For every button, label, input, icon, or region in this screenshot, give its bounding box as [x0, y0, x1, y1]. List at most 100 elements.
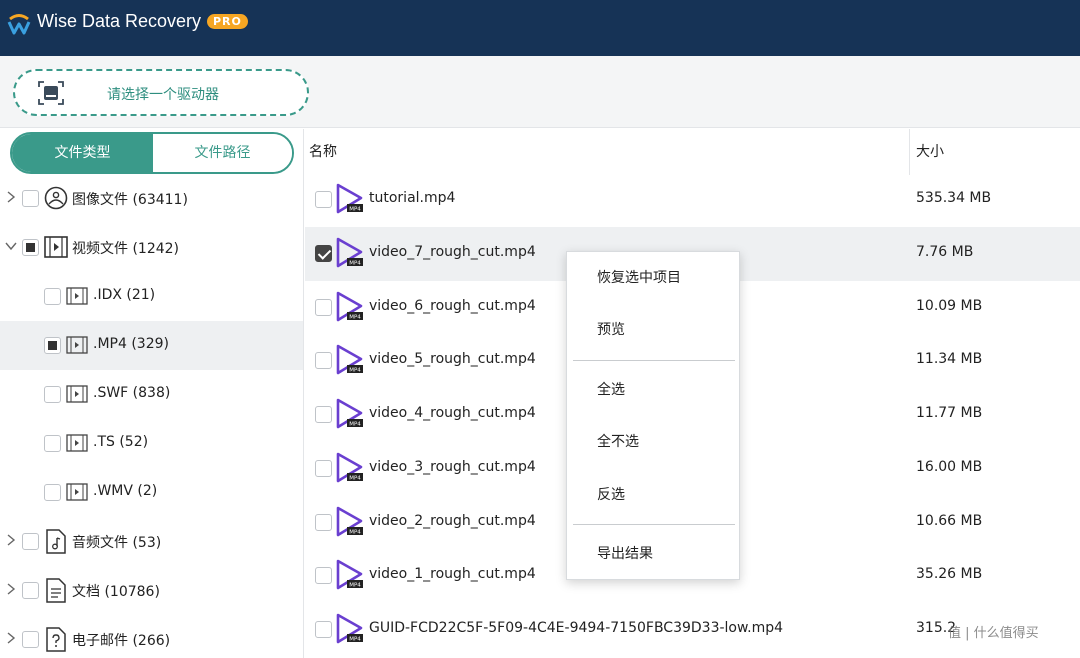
pro-badge: PRO [207, 14, 248, 29]
menu-item-invert-selection[interactable]: 反选 [567, 475, 739, 515]
svg-text:MP4: MP4 [349, 583, 361, 589]
column-header-name[interactable]: 名称 [309, 129, 337, 175]
drive-select-button[interactable]: 请选择一个驱动器 [13, 69, 309, 116]
tree-checkbox[interactable] [22, 239, 39, 256]
tab-file-path[interactable]: 文件路径 [153, 134, 292, 172]
tree-checkbox[interactable] [44, 337, 61, 354]
chevron-right-icon[interactable] [4, 533, 18, 547]
file-row[interactable]: MP4 tutorial.mp4 535.34 MB [305, 173, 1080, 227]
column-header-size[interactable]: 大小 [916, 129, 944, 175]
category-panel: 文件类型 文件路径 图像文件 (63411) 视频文件 (1242) .IDX … [0, 129, 304, 658]
music-icon [46, 529, 66, 554]
tree-item-images[interactable]: 图像文件 (63411) [0, 174, 303, 223]
tree-checkbox[interactable] [44, 288, 61, 305]
file-name: GUID-FCD22C5F-5F09-4C4E-9494-7150FBC39D3… [369, 620, 784, 636]
mp4-file-icon: MP4 [336, 559, 363, 590]
tree-item-idx[interactable]: .IDX (21) [0, 272, 303, 321]
tree-item-label: .IDX (21) [93, 287, 156, 303]
file-size: 35.26 MB [916, 566, 983, 582]
menu-item-export-results[interactable]: 导出结果 [567, 534, 739, 574]
file-checkbox[interactable] [315, 460, 332, 477]
toolbar: 请选择一个驱动器 [0, 56, 1080, 128]
chevron-right-icon[interactable] [4, 190, 18, 204]
file-checkbox[interactable] [315, 191, 332, 208]
tree-item-documents[interactable]: 文档 (10786) [0, 566, 303, 615]
file-checkbox[interactable] [315, 299, 332, 316]
chevron-right-icon[interactable] [4, 631, 18, 645]
tree-checkbox[interactable] [44, 386, 61, 403]
mp4-file-icon: MP4 [336, 613, 363, 644]
image-icon [44, 186, 68, 210]
file-name: video_2_rough_cut.mp4 [369, 513, 536, 529]
file-checkbox[interactable] [315, 245, 332, 262]
tree-item-swf[interactable]: .SWF (838) [0, 370, 303, 419]
tree-item-label: 图像文件 (63411) [72, 192, 188, 208]
file-name: video_5_rough_cut.mp4 [369, 351, 536, 367]
file-size: 10.09 MB [916, 298, 983, 314]
tree-item-audio[interactable]: 音频文件 (53) [0, 517, 303, 566]
tree-item-mp4[interactable]: .MP4 (329) [0, 321, 303, 370]
chevron-right-icon[interactable] [4, 582, 18, 596]
view-mode-switch: 文件类型 文件路径 [10, 132, 294, 174]
tree-checkbox[interactable] [44, 435, 61, 452]
app-logo-icon [7, 14, 31, 35]
file-size: 10.66 MB [916, 513, 983, 529]
file-checkbox[interactable] [315, 406, 332, 423]
tree-item-video[interactable]: 视频文件 (1242) [0, 223, 303, 272]
file-name: video_6_rough_cut.mp4 [369, 298, 536, 314]
file-size: 11.34 MB [916, 351, 983, 367]
menu-item-preview[interactable]: 预览 [567, 310, 739, 350]
tree-item-label: 电子邮件 (266) [72, 633, 171, 649]
tree-item-label: 音频文件 (53) [72, 535, 162, 551]
file-checkbox[interactable] [315, 352, 332, 369]
file-checkbox[interactable] [315, 567, 332, 584]
file-checkbox[interactable] [315, 514, 332, 531]
tree-checkbox[interactable] [22, 582, 39, 599]
video-folder-icon [44, 236, 68, 258]
tree-item-wmv[interactable]: .WMV (2) [0, 468, 303, 517]
svg-text:MP4: MP4 [349, 207, 361, 213]
mp4-file-icon: MP4 [336, 291, 363, 322]
document-icon [46, 578, 66, 603]
film-icon [66, 385, 88, 403]
mp4-file-icon: MP4 [336, 398, 363, 429]
film-icon [66, 336, 88, 354]
film-icon [66, 287, 88, 305]
file-name: tutorial.mp4 [369, 190, 456, 206]
file-name: video_7_rough_cut.mp4 [369, 244, 536, 260]
tree-checkbox[interactable] [22, 190, 39, 207]
svg-text:MP4: MP4 [349, 422, 361, 428]
file-checkbox[interactable] [315, 621, 332, 638]
mp4-file-icon: MP4 [336, 237, 363, 268]
menu-item-recover-selected[interactable]: 恢复选中项目 [567, 258, 739, 298]
watermark: 值 | 什么值得买 [948, 626, 1039, 641]
chevron-down-icon[interactable] [4, 239, 18, 253]
tree-checkbox[interactable] [22, 533, 39, 550]
file-size: 16.00 MB [916, 459, 983, 475]
tree-item-label: 文档 (10786) [72, 584, 160, 600]
menu-item-select-none[interactable]: 全不选 [567, 422, 739, 462]
context-menu: 恢复选中项目 预览 全选 全不选 反选 导出结果 [566, 251, 740, 580]
email-icon [46, 627, 66, 652]
svg-text:MP4: MP4 [349, 261, 361, 267]
drive-icon [38, 81, 64, 105]
tree-checkbox[interactable] [44, 484, 61, 501]
tree-item-ts[interactable]: .TS (52) [0, 419, 303, 468]
title-bar: Wise Data Recovery PRO [0, 0, 1080, 56]
menu-item-select-all[interactable]: 全选 [567, 370, 739, 410]
mp4-file-icon: MP4 [336, 506, 363, 537]
column-resize-handle[interactable] [909, 129, 910, 175]
tree-item-email[interactable]: 电子邮件 (266) [0, 615, 303, 658]
svg-text:MP4: MP4 [349, 476, 361, 482]
mp4-file-icon: MP4 [336, 452, 363, 483]
film-icon [66, 483, 88, 501]
svg-text:MP4: MP4 [349, 530, 361, 536]
svg-text:MP4: MP4 [349, 637, 361, 643]
file-size: 535.34 MB [916, 190, 992, 206]
tab-file-type[interactable]: 文件类型 [12, 134, 153, 172]
menu-separator [573, 524, 735, 525]
file-size: 7.76 MB [916, 244, 974, 260]
app-title: Wise Data Recovery [37, 11, 202, 31]
drive-select-label: 请选择一个驱动器 [107, 87, 219, 103]
tree-checkbox[interactable] [22, 631, 39, 648]
